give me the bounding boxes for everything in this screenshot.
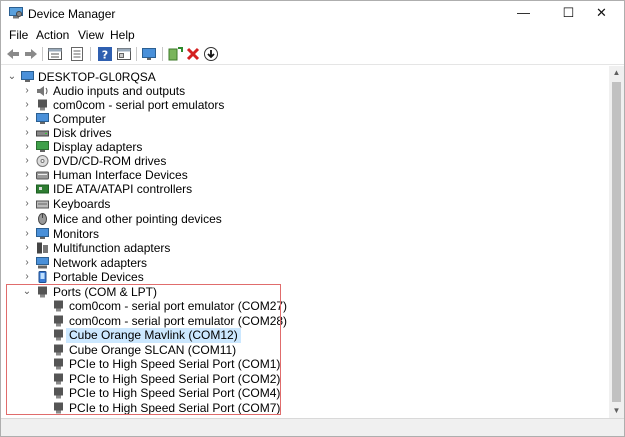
category-label: Display adapters [53, 140, 143, 154]
device-manager-icon [9, 7, 23, 19]
window-title: Device Manager [28, 7, 116, 21]
toolbar-separator [162, 47, 163, 61]
hid-icon [36, 171, 49, 180]
close-button[interactable]: ✕ [579, 1, 624, 26]
uninstall-icon[interactable] [185, 46, 201, 62]
category-label: Audio inputs and outputs [53, 84, 186, 98]
device-manager-window: Device Manager — ☐ ✕ File Action View He… [0, 0, 625, 437]
tree-category[interactable]: › Mice and other pointing devices [1, 212, 601, 227]
port-icon [38, 99, 47, 111]
toolbar: ? [1, 43, 624, 65]
category-label: Multifunction adapters [53, 241, 171, 255]
menu-help[interactable]: Help [110, 28, 135, 42]
expand-chevron-icon[interactable]: › [22, 213, 32, 225]
expand-chevron-icon[interactable]: › [22, 99, 32, 111]
tree-category[interactable]: › Keyboards [1, 197, 601, 212]
collapse-chevron-icon[interactable]: ⌄ [7, 71, 17, 83]
tree-category[interactable]: › IDE ATA/ATAPI controllers [1, 182, 601, 197]
computer-icon [21, 71, 34, 82]
add-driver-icon[interactable] [167, 46, 183, 62]
help-icon[interactable]: ? [97, 46, 113, 62]
list-view-icon[interactable] [69, 46, 85, 62]
svg-text:?: ? [102, 49, 108, 62]
tree-category[interactable]: › Computer [1, 112, 601, 127]
disk-icon [36, 130, 49, 137]
expand-chevron-icon[interactable]: › [22, 271, 32, 283]
tree-category[interactable]: › Human Interface Devices [1, 168, 601, 183]
category-label: Computer [53, 112, 106, 126]
category-label: Network adapters [53, 256, 148, 270]
category-label: DVD/CD-ROM drives [53, 154, 167, 168]
tree-root-row[interactable]: ⌄ DESKTOP-GL0RQSA [1, 70, 601, 85]
tree-root-label: DESKTOP-GL0RQSA [38, 70, 156, 84]
expand-chevron-icon[interactable]: › [22, 155, 32, 167]
menu-bar: File Action View Help [1, 26, 624, 43]
monitor-icon[interactable] [141, 46, 157, 62]
menu-action[interactable]: Action [36, 28, 69, 42]
scroll-down-arrow-icon[interactable]: ▼ [609, 404, 624, 418]
computer-icon [36, 113, 49, 124]
minimize-button[interactable]: — [501, 1, 546, 26]
category-label: Mice and other pointing devices [53, 212, 222, 226]
toolbar-separator [42, 47, 43, 61]
category-label: Human Interface Devices [53, 168, 188, 182]
expand-chevron-icon[interactable]: › [22, 242, 32, 254]
tree-category[interactable]: › Multifunction adapters [1, 241, 601, 256]
scroll-up-arrow-icon[interactable]: ▲ [609, 66, 624, 80]
toolbar-separator [136, 47, 137, 61]
scrollbar-thumb[interactable] [612, 82, 621, 402]
category-label: Disk drives [53, 126, 112, 140]
portable-icon [38, 271, 47, 283]
expand-chevron-icon[interactable]: › [22, 198, 32, 210]
tree-category[interactable]: › Network adapters [1, 256, 601, 271]
expand-chevron-icon[interactable]: › [22, 113, 32, 125]
monitor-icon [36, 228, 49, 239]
forward-icon[interactable] [23, 46, 39, 62]
menu-view[interactable]: View [78, 28, 104, 42]
mouse-icon [38, 213, 47, 225]
update-driver-icon[interactable] [203, 46, 219, 62]
category-label: com0com - serial port emulators [53, 98, 225, 112]
expand-chevron-icon[interactable]: › [22, 127, 32, 139]
tree-category[interactable]: › Monitors [1, 227, 601, 242]
title-bar: Device Manager — ☐ ✕ [1, 1, 624, 26]
tree-category[interactable]: › com0com - serial port emulators [1, 98, 601, 113]
status-bar [1, 418, 624, 436]
speaker-icon [37, 86, 48, 96]
multifunction-icon [37, 242, 48, 254]
tree-category[interactable]: › Audio inputs and outputs [1, 84, 601, 99]
display-icon [36, 141, 49, 152]
toolbar-separator [90, 47, 91, 61]
properties-view-icon[interactable] [47, 46, 63, 62]
expand-chevron-icon[interactable]: › [22, 85, 32, 97]
tree-category[interactable]: › Portable Devices [1, 270, 601, 285]
ide-icon [36, 184, 49, 194]
category-label: Keyboards [53, 197, 111, 211]
highlight-box [6, 284, 281, 415]
category-label: IDE ATA/ATAPI controllers [53, 182, 193, 196]
back-icon[interactable] [5, 46, 21, 62]
tree-category[interactable]: › Disk drives [1, 126, 601, 141]
tree-category[interactable]: › Display adapters [1, 140, 601, 155]
category-label: Monitors [53, 227, 100, 241]
tree-category[interactable]: › DVD/CD-ROM drives [1, 154, 601, 169]
expand-chevron-icon[interactable]: › [22, 141, 32, 153]
expand-chevron-icon[interactable]: › [22, 169, 32, 181]
vertical-scrollbar[interactable]: ▲ ▼ [609, 66, 624, 418]
category-label: Portable Devices [53, 270, 144, 284]
network-icon [36, 257, 49, 269]
expand-chevron-icon[interactable]: › [22, 183, 32, 195]
expand-chevron-icon[interactable]: › [22, 257, 32, 269]
dvd-icon [36, 155, 49, 167]
menu-file[interactable]: File [9, 28, 28, 42]
keyboard-icon [36, 200, 49, 209]
details-view-icon[interactable] [116, 46, 132, 62]
expand-chevron-icon[interactable]: › [22, 228, 32, 240]
